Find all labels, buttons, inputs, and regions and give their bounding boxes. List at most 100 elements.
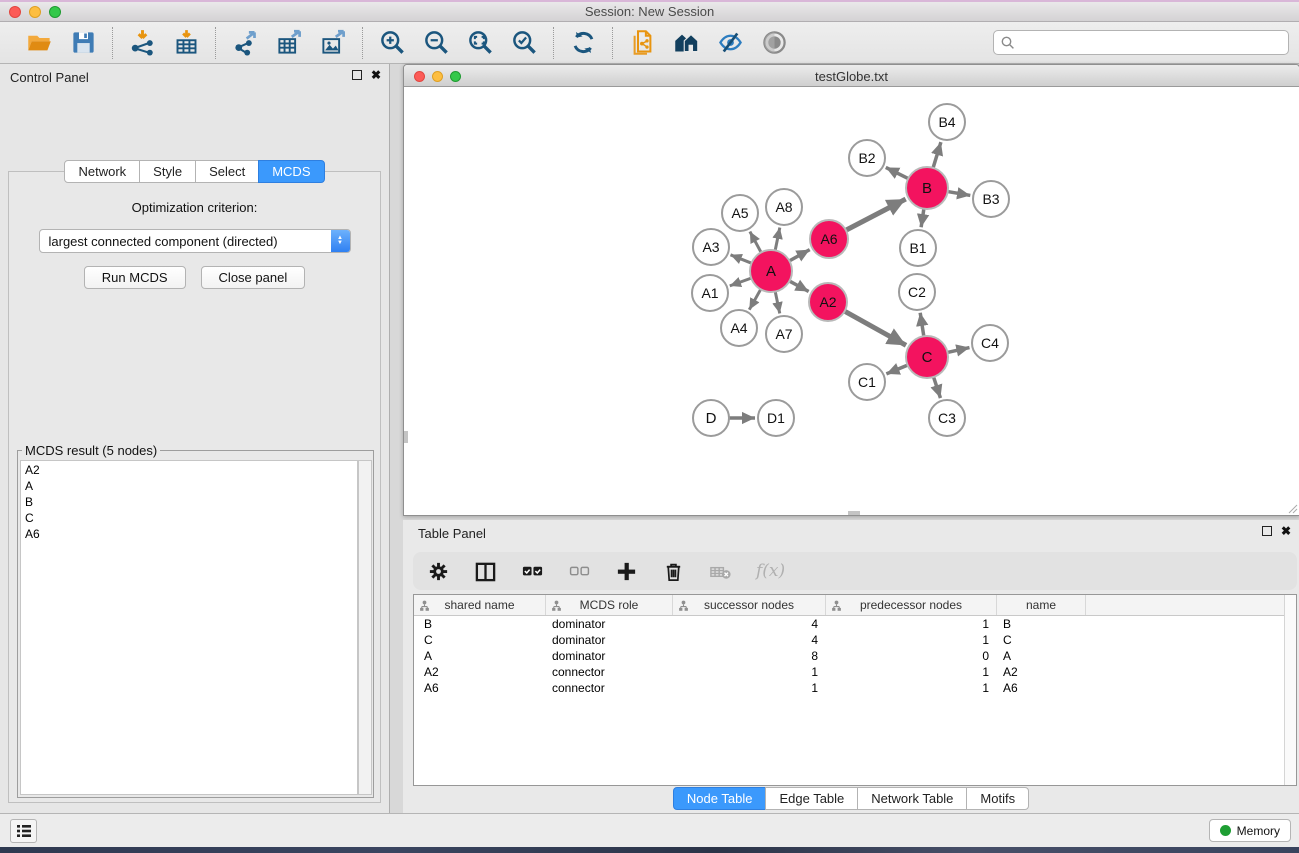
column-header-successor-nodes[interactable]: successor nodes [673,595,826,615]
graph-node-C1[interactable]: C1 [849,364,885,400]
select-all-icon[interactable] [521,560,544,583]
tab-select[interactable]: Select [195,160,259,183]
zoom-fit-icon[interactable] [467,29,494,56]
graph-node-A1[interactable]: A1 [692,275,728,311]
graph-node-B4[interactable]: B4 [929,104,965,140]
show-graphics-button[interactable] [759,28,789,58]
graph-node-B1[interactable]: B1 [900,230,936,266]
zoom-out-icon[interactable] [423,29,450,56]
search-input[interactable] [993,30,1289,55]
edge-A2-C[interactable] [845,311,906,345]
column-header-predecessor-nodes[interactable]: predecessor nodes [826,595,997,615]
result-list-item[interactable]: A [21,478,357,494]
edge-C-C2[interactable] [920,313,924,336]
zoom-fit-button[interactable] [465,28,495,58]
select-all-button[interactable] [521,558,544,584]
graph-node-A2[interactable]: A2 [809,283,847,321]
refresh-icon[interactable] [570,29,597,56]
network-overview-icon[interactable] [629,29,656,56]
zoom-in-icon[interactable] [379,29,406,56]
task-history-button[interactable] [10,819,37,843]
settings-icon[interactable] [427,560,450,583]
result-list-item[interactable]: C [21,510,357,526]
add-button[interactable] [615,558,638,584]
export-network-icon[interactable] [232,29,259,56]
horizontal-scroll-thumb[interactable] [848,511,860,515]
graph-node-A8[interactable]: A8 [766,189,802,225]
result-list-item[interactable]: B [21,494,357,510]
graph-node-C2[interactable]: C2 [899,274,935,310]
result-list-item[interactable]: A6 [21,526,357,542]
graph-node-A6[interactable]: A6 [810,220,848,258]
table-row[interactable]: Cdominator41C [414,632,1296,648]
hide-graphics-button[interactable] [715,28,745,58]
vertical-scroll-thumb[interactable] [404,431,408,443]
edge-C-C3[interactable] [934,377,941,398]
graph-node-A5[interactable]: A5 [722,195,758,231]
table-row[interactable]: A2connector11A2 [414,664,1296,680]
edge-A-A2[interactable] [789,281,808,291]
edge-C-C4[interactable] [947,348,969,353]
resize-grip-icon[interactable] [1286,502,1298,514]
export-image-button[interactable] [318,28,348,58]
save-session-icon[interactable] [70,29,97,56]
show-graphics-icon[interactable] [761,29,788,56]
float-panel-icon[interactable] [352,70,362,80]
edge-A-A6[interactable] [789,250,809,261]
delete-button[interactable] [662,558,685,584]
export-table-button[interactable] [274,28,304,58]
network-overview-button[interactable] [627,28,657,58]
graph-node-D[interactable]: D [693,400,729,436]
edge-B-B2[interactable] [886,167,908,178]
column-header-MCDS-role[interactable]: MCDS role [546,595,673,615]
close-panel-icon[interactable]: ✖ [371,70,381,80]
graph-node-D1[interactable]: D1 [758,400,794,436]
graph-node-B3[interactable]: B3 [973,181,1009,217]
run-mcds-button[interactable]: Run MCDS [84,266,186,289]
add-icon[interactable] [615,560,638,583]
export-table-icon[interactable] [276,29,303,56]
hide-graphics-icon[interactable] [717,29,744,56]
tab-style[interactable]: Style [139,160,196,183]
graph-node-A3[interactable]: A3 [693,229,729,265]
edge-A-A5[interactable] [750,232,761,253]
graph-node-B[interactable]: B [906,167,948,209]
table-row[interactable]: Bdominator41B [414,616,1296,632]
result-list-item[interactable]: A2 [21,462,357,478]
import-table-button[interactable] [171,28,201,58]
tab-edge-table[interactable]: Edge Table [765,787,858,810]
graph-node-C[interactable]: C [906,336,948,378]
table-float-panel-icon[interactable] [1262,526,1272,536]
zoom-in-button[interactable] [377,28,407,58]
dropdown-stepper-icon[interactable]: ▲▼ [331,230,350,252]
table-row[interactable]: Adominator80A [414,648,1296,664]
split-view-button[interactable] [474,558,497,584]
edge-A-A4[interactable] [749,289,760,309]
memory-button[interactable]: Memory [1209,819,1291,842]
tab-mcds[interactable]: MCDS [258,160,324,183]
export-network-button[interactable] [230,28,260,58]
open-file-icon[interactable] [26,29,53,56]
column-header-shared-name[interactable]: shared name [414,595,546,615]
column-header-name[interactable]: name [997,595,1086,615]
graph-node-A4[interactable]: A4 [721,310,757,346]
deselect-all-icon[interactable] [568,560,591,583]
edge-B-B1[interactable] [921,209,924,227]
refresh-button[interactable] [568,28,598,58]
home-button[interactable] [671,28,701,58]
import-table-icon[interactable] [173,29,200,56]
edge-C-C1[interactable] [886,365,907,374]
criterion-dropdown[interactable]: largest connected component (directed) ▲… [39,229,351,253]
zoom-selected-button[interactable] [509,28,539,58]
edge-A-A7[interactable] [775,292,780,314]
tab-motifs[interactable]: Motifs [966,787,1029,810]
graph-node-A7[interactable]: A7 [766,316,802,352]
graph-node-C3[interactable]: C3 [929,400,965,436]
save-session-button[interactable] [68,28,98,58]
table-row[interactable]: A6connector11A6 [414,680,1296,696]
zoom-selected-icon[interactable] [511,29,538,56]
graph-node-B2[interactable]: B2 [849,140,885,176]
table-scrollbar[interactable] [1284,595,1296,785]
table-close-panel-icon[interactable]: ✖ [1281,526,1291,536]
home-icon[interactable] [673,29,700,56]
